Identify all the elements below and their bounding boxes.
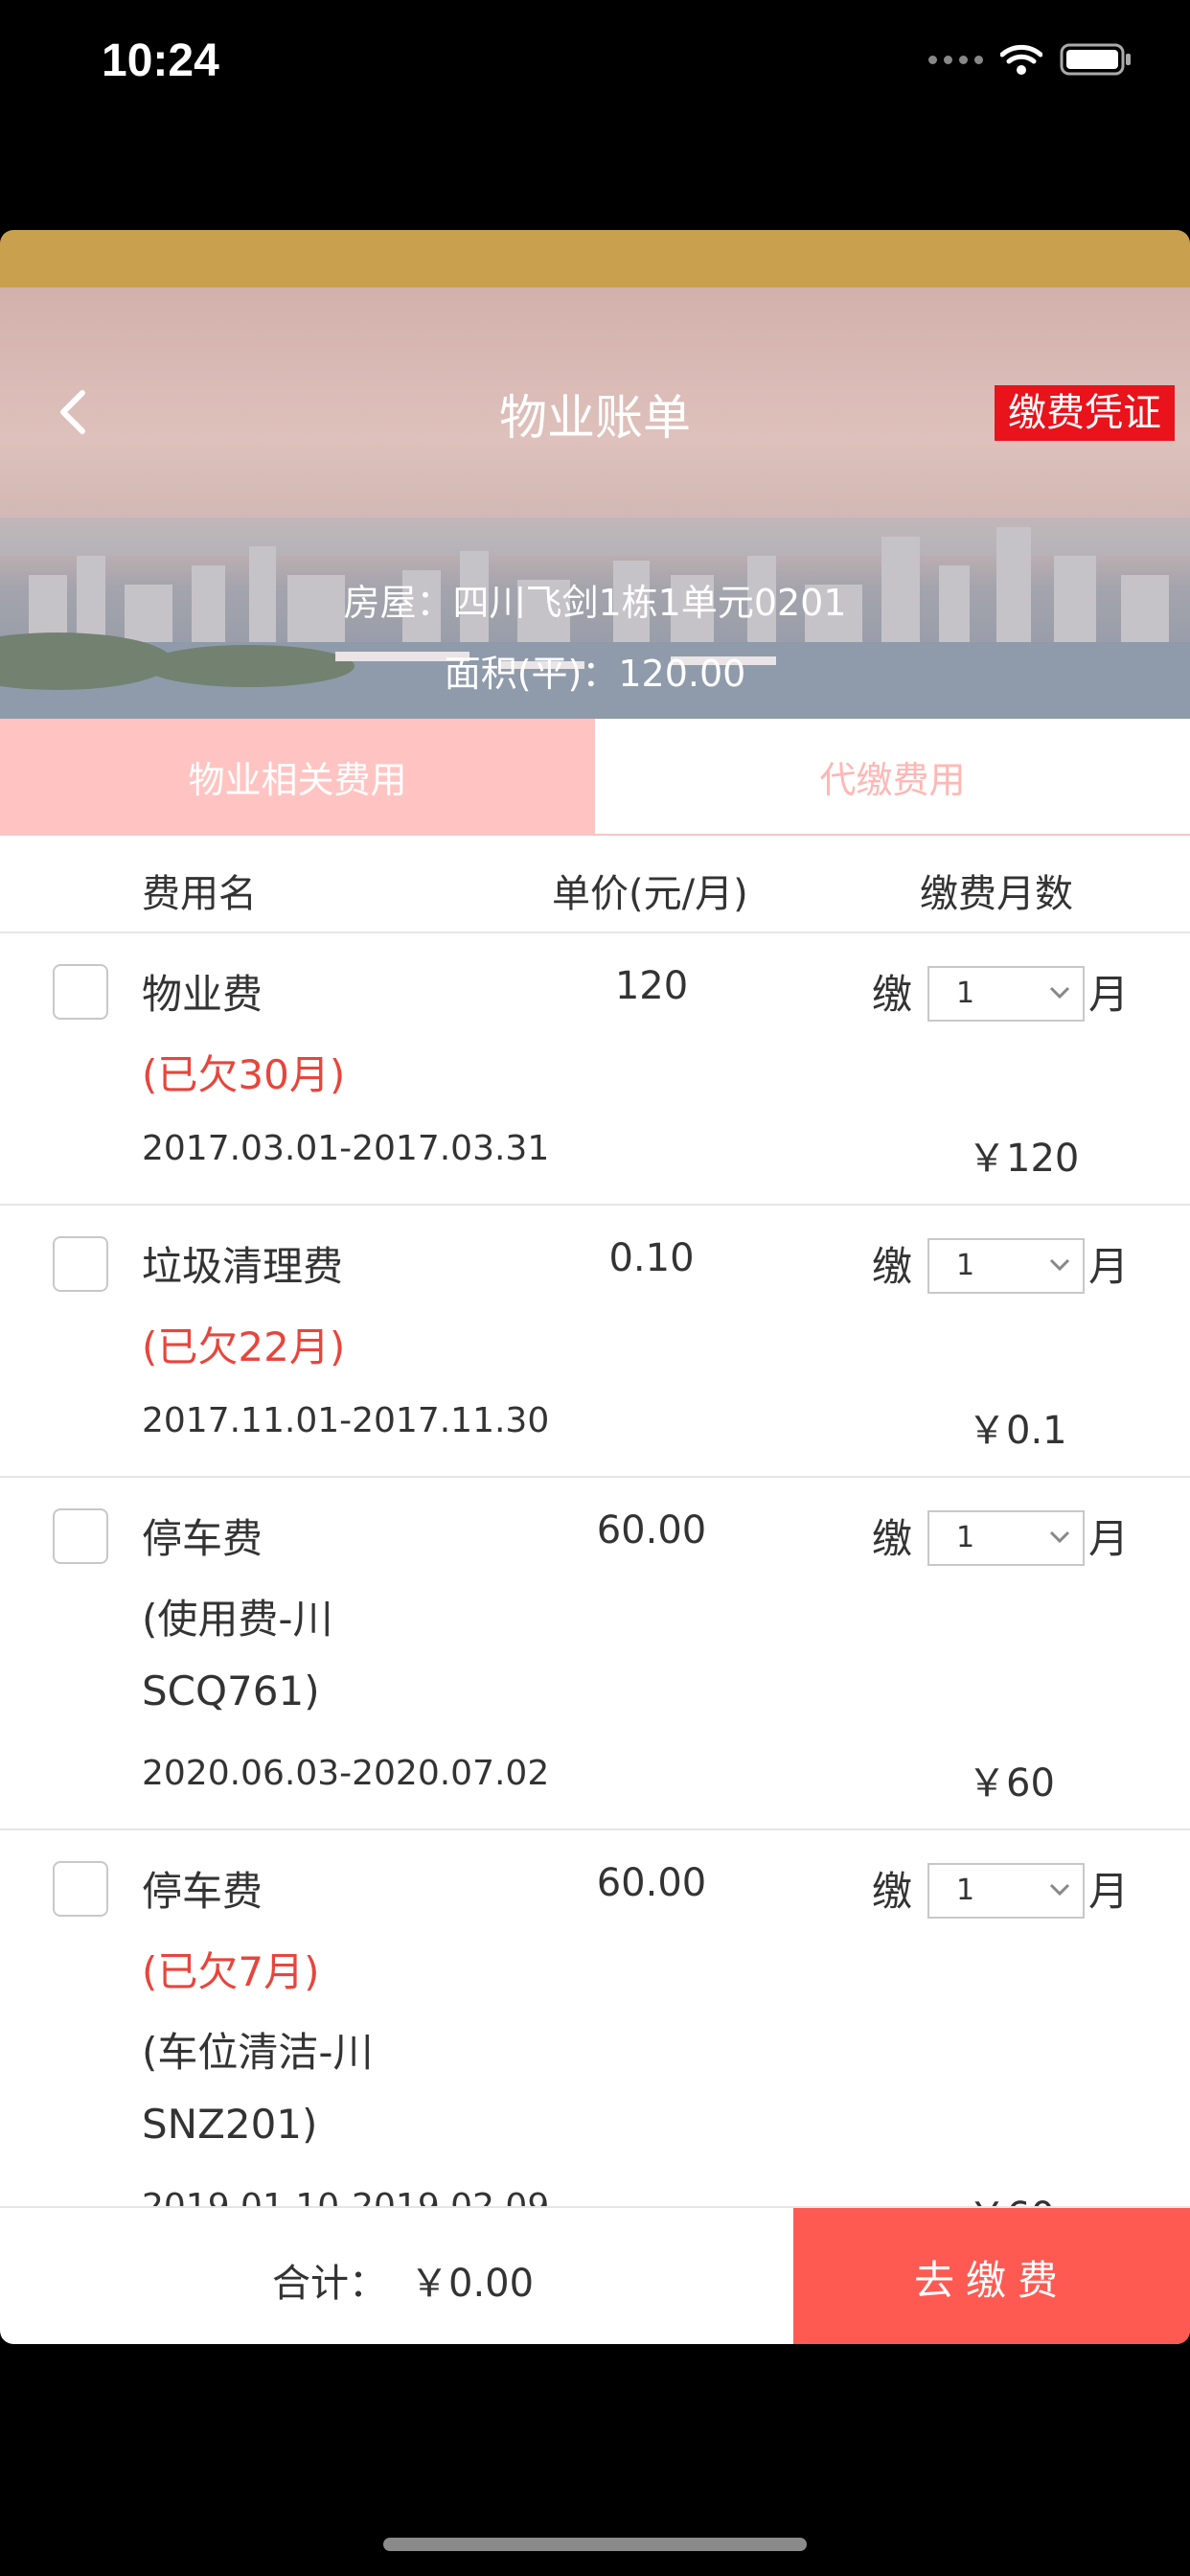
fee-amount: ￥60: [968, 1761, 1055, 1806]
pay-button[interactable]: 去缴费: [793, 2208, 1190, 2344]
wifi-icon: [1000, 44, 1042, 75]
fee-price: 60.00: [596, 1508, 707, 1552]
tab-property-fees[interactable]: 物业相关费用: [0, 719, 595, 834]
pay-label: 缴: [872, 971, 913, 1018]
column-price: 单价(元/月): [552, 872, 748, 916]
fee-period: 2017.03.01-2017.03.31: [142, 1129, 550, 1168]
chevron-down-icon: [1049, 1530, 1070, 1544]
fee-row: 物业费 (已欠30月) 120 缴 1 月 2017.03.01-2017.03…: [0, 933, 1190, 1206]
header-banner: 物业账单 缴费凭证 房屋：四川飞剑1栋1单元0201 面积(平)：120.00: [0, 288, 1190, 719]
fee-checkbox[interactable]: [53, 1508, 108, 1564]
months-value: 1: [956, 1521, 975, 1554]
fee-row: 垃圾清理费 (已欠22月) 0.10 缴 1 月 2017.11.01-2017…: [0, 1206, 1190, 1478]
fee-checkbox[interactable]: [53, 964, 108, 1020]
header-strip: [0, 230, 1190, 288]
total-value: ￥0.00: [410, 2262, 535, 2306]
fee-arrears: (已欠22月): [142, 1323, 346, 1370]
house-info: 房屋：四川飞剑1栋1单元0201: [343, 582, 847, 624]
fee-period: 2020.06.03-2020.07.02: [142, 1754, 550, 1793]
fee-list[interactable]: 费用名 单价(元/月) 缴费月数 物业费 (已欠30月) 120 缴 1 月 2…: [0, 836, 1190, 2206]
months-value: 1: [956, 977, 975, 1010]
pay-label: 缴: [872, 1868, 913, 1915]
fee-arrears: (已欠30月): [142, 1051, 346, 1098]
column-name: 费用名: [142, 872, 257, 916]
months-select[interactable]: 1: [927, 1510, 1085, 1566]
fee-row: 停车费 (已欠7月) (车位清洁-川 SNZ201) 60.00 缴 1 月 2…: [0, 1830, 1190, 2206]
month-label: 月: [1088, 1243, 1130, 1290]
fee-note: SCQ761): [142, 1668, 320, 1714]
checkout-bar: 合计： ￥0.00 去缴费: [0, 2206, 1190, 2344]
fee-arrears: (已欠7月): [142, 1948, 320, 1995]
fee-row: 停车费 (使用费-川 SCQ761) 60.00 缴 1 月 2020.06.0…: [0, 1478, 1190, 1830]
fee-checkbox[interactable]: [53, 1236, 108, 1292]
fee-name: 物业费: [142, 971, 263, 1018]
fee-note: (使用费-川: [142, 1596, 333, 1643]
fee-note: (车位清洁-川: [142, 2029, 374, 2076]
payment-receipt-button[interactable]: 缴费凭证: [995, 385, 1175, 441]
fee-tabs: 物业相关费用 代缴费用: [0, 719, 1190, 836]
status-bar: 10:24: [0, 0, 1190, 134]
chevron-down-icon: [1049, 986, 1070, 1000]
status-time: 10:24: [102, 35, 219, 86]
fee-checkbox[interactable]: [53, 1861, 108, 1917]
chevron-down-icon: [1049, 1258, 1070, 1272]
month-label: 月: [1088, 971, 1130, 1018]
total: 合计： ￥0.00: [272, 2252, 534, 2308]
fee-note: SNZ201): [142, 2101, 318, 2148]
total-label: 合计：: [272, 2262, 387, 2306]
month-label: 月: [1088, 1868, 1130, 1915]
fee-amount: ￥120: [968, 1137, 1080, 1181]
months-select[interactable]: 1: [927, 1863, 1085, 1919]
home-indicator[interactable]: [383, 2538, 807, 2551]
pay-label: 缴: [872, 1243, 913, 1290]
signal-icon: [928, 55, 983, 64]
months-select[interactable]: 1: [927, 1238, 1085, 1294]
column-months: 缴费月数: [920, 872, 1073, 916]
fee-name: 停车费: [142, 1515, 263, 1562]
months-select[interactable]: 1: [927, 966, 1085, 1022]
fee-amount: ￥60: [968, 2185, 1055, 2206]
months-value: 1: [956, 1874, 975, 1907]
pay-label: 缴: [872, 1515, 913, 1562]
fee-price: 60.00: [596, 1861, 707, 1905]
tab-agency-fees[interactable]: 代缴费用: [595, 719, 1190, 834]
column-header: 费用名 单价(元/月) 缴费月数: [0, 836, 1190, 933]
status-icons: [928, 42, 1133, 77]
month-label: 月: [1088, 1515, 1130, 1562]
battery-icon: [1060, 43, 1131, 76]
fee-name: 垃圾清理费: [142, 1243, 344, 1290]
fee-period: 2017.11.01-2017.11.30: [142, 1401, 550, 1440]
chevron-down-icon: [1049, 1883, 1070, 1897]
months-value: 1: [956, 1249, 975, 1282]
fee-price: 0.10: [608, 1236, 695, 1280]
fee-price: 120: [614, 964, 689, 1008]
fee-period: 2019.01.10-2019.02.09: [142, 2187, 549, 2206]
fee-amount: ￥0.1: [968, 1409, 1067, 1453]
fee-name: 停车费: [142, 1868, 263, 1915]
area-info: 面积(平)：120.00: [444, 653, 746, 695]
